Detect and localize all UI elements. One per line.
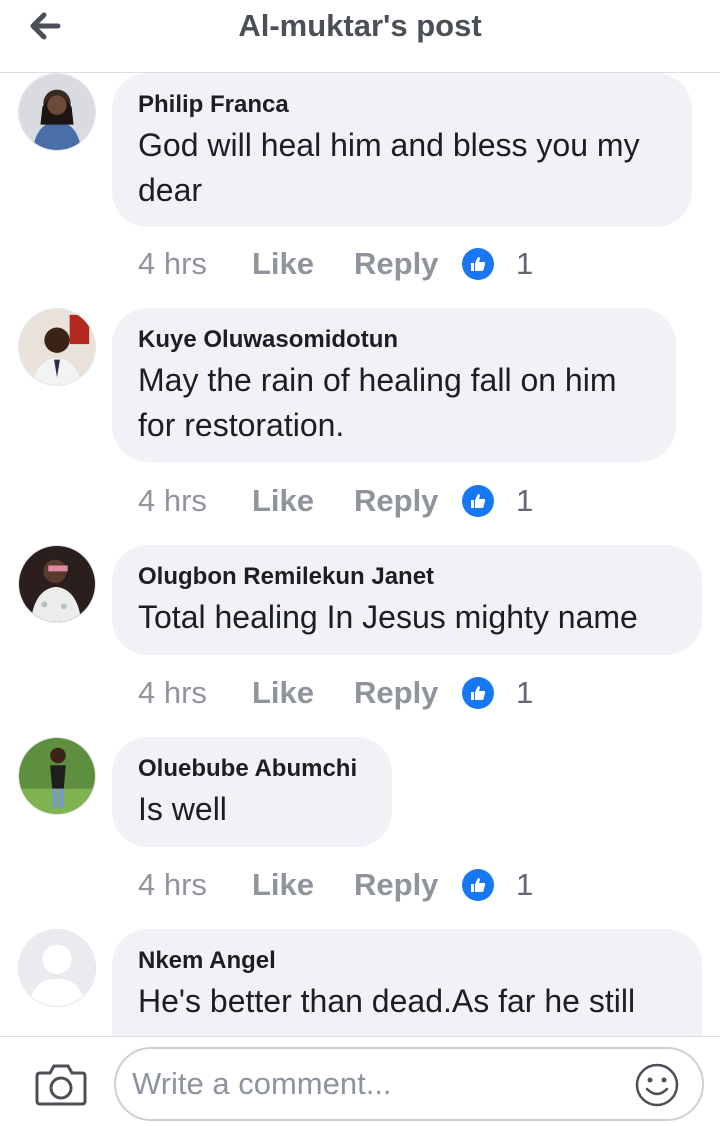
like-button[interactable]: Like bbox=[252, 483, 354, 519]
profile-photo-icon bbox=[19, 738, 95, 814]
comment-bubble: Philip Franca God will heal him and bles… bbox=[112, 73, 692, 227]
profile-photo-icon bbox=[19, 546, 95, 622]
comment-actions: 4 hrs Like Reply 1 bbox=[138, 244, 533, 284]
comment-text: God will heal him and bless you my dear bbox=[138, 127, 640, 208]
reaction-count[interactable]: 1 bbox=[516, 246, 533, 282]
comment-bubble: Oluebube Abumchi Is well bbox=[112, 737, 392, 847]
like-reaction-icon[interactable] bbox=[462, 485, 494, 517]
comment-text: Total healing In Jesus mighty name bbox=[138, 599, 638, 635]
comment-input[interactable] bbox=[132, 1061, 612, 1107]
comment-time: 4 hrs bbox=[138, 483, 207, 518]
comment-author[interactable]: Nkem Angel bbox=[138, 947, 676, 975]
reaction-count[interactable]: 1 bbox=[516, 675, 533, 711]
reply-button[interactable]: Reply bbox=[354, 867, 462, 903]
like-button[interactable]: Like bbox=[252, 867, 354, 903]
avatar[interactable] bbox=[18, 73, 96, 151]
comment-time: 4 hrs bbox=[138, 867, 207, 902]
comment-text: He's better than dead.As far he still bbox=[138, 983, 636, 1019]
comment-text: Is well bbox=[138, 791, 227, 827]
profile-photo-icon bbox=[19, 309, 95, 385]
comment-time: 4 hrs bbox=[138, 246, 207, 281]
avatar[interactable] bbox=[18, 308, 96, 386]
comment-bubble: Olugbon Remilekun Janet Total healing In… bbox=[112, 545, 702, 655]
comment-list: Philip Franca God will heal him and bles… bbox=[0, 73, 720, 1036]
comment-actions: 4 hrs Like Reply 1 bbox=[138, 865, 533, 905]
reaction-count[interactable]: 1 bbox=[516, 867, 533, 903]
page-title: Al-muktar's post bbox=[238, 8, 482, 43]
like-reaction-icon[interactable] bbox=[462, 869, 494, 901]
like-button[interactable]: Like bbox=[252, 675, 354, 711]
comment-text: May the rain of healing fall on him for … bbox=[138, 362, 617, 443]
reply-button[interactable]: Reply bbox=[354, 483, 462, 519]
top-bar: Al-muktar's post bbox=[0, 0, 720, 73]
like-reaction-icon[interactable] bbox=[462, 248, 494, 280]
avatar[interactable] bbox=[18, 737, 96, 815]
like-reaction-icon[interactable] bbox=[462, 677, 494, 709]
reply-button[interactable]: Reply bbox=[354, 675, 462, 711]
comment-author[interactable]: Philip Franca bbox=[138, 91, 666, 119]
comment-bubble: Kuye Oluwasomidotun May the rain of heal… bbox=[112, 308, 676, 462]
comment-bubble: Nkem Angel He's better than dead.As far … bbox=[112, 929, 702, 1036]
comment-author[interactable]: Kuye Oluwasomidotun bbox=[138, 326, 650, 354]
comment-author[interactable]: Oluebube Abumchi bbox=[138, 755, 366, 783]
comment-author[interactable]: Olugbon Remilekun Janet bbox=[138, 563, 676, 591]
emoji-icon bbox=[635, 1063, 679, 1107]
reply-button[interactable]: Reply bbox=[354, 246, 462, 282]
camera-button[interactable] bbox=[34, 1061, 88, 1107]
comment-composer bbox=[0, 1036, 720, 1126]
like-button[interactable]: Like bbox=[252, 246, 354, 282]
default-profile-icon bbox=[19, 930, 95, 1006]
profile-photo-icon bbox=[19, 74, 95, 150]
comment-time: 4 hrs bbox=[138, 675, 207, 710]
avatar[interactable] bbox=[18, 929, 96, 1007]
emoji-button[interactable] bbox=[634, 1062, 680, 1108]
comment-actions: 4 hrs Like Reply 1 bbox=[138, 481, 533, 521]
comment-actions: 4 hrs Like Reply 1 bbox=[138, 673, 533, 713]
camera-icon bbox=[35, 1064, 87, 1106]
comment-input-field[interactable] bbox=[114, 1047, 704, 1121]
reaction-count[interactable]: 1 bbox=[516, 483, 533, 519]
avatar[interactable] bbox=[18, 545, 96, 623]
